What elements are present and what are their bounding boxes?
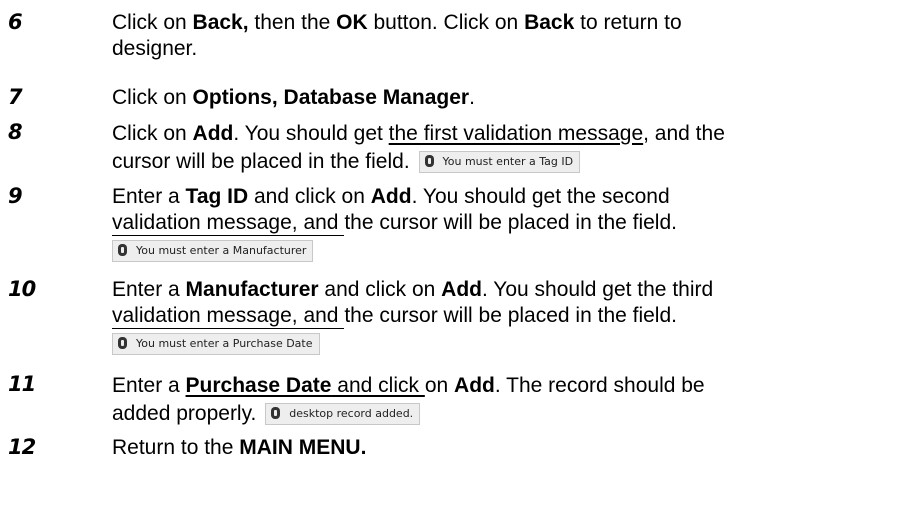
step-number: 11	[8, 372, 36, 396]
step-number: 12	[8, 435, 36, 459]
validation-message: desktop record added.	[265, 403, 421, 425]
validation-message: You must enter a Purchase Date	[112, 333, 320, 355]
step-text: Click on Add. You should get the first v…	[112, 122, 725, 173]
alert-icon	[118, 337, 127, 349]
alert-icon	[271, 407, 281, 419]
step-number: 6	[8, 10, 23, 34]
step-text: Enter a Tag ID and click on Add. You sho…	[112, 184, 872, 262]
validation-message: You must enter a Manufacturer	[112, 240, 314, 262]
step-number: 10	[8, 277, 36, 301]
step-number: 7	[8, 85, 23, 109]
step-text: Click on Back, then the OK button. Click…	[112, 11, 682, 60]
step-number: 9	[8, 184, 23, 208]
step-text: Enter a Manufacturer and click on Add. Y…	[112, 277, 872, 355]
step-text: Return to the MAIN MENU.	[112, 436, 367, 459]
alert-icon	[424, 155, 434, 167]
step-number: 8	[8, 120, 23, 144]
alert-icon	[118, 244, 127, 256]
step-text: Enter a Purchase Date and click on Add. …	[112, 374, 705, 425]
step-text: Click on Options, Database Manager.	[112, 86, 475, 109]
validation-message: You must enter a Tag ID	[418, 151, 581, 173]
